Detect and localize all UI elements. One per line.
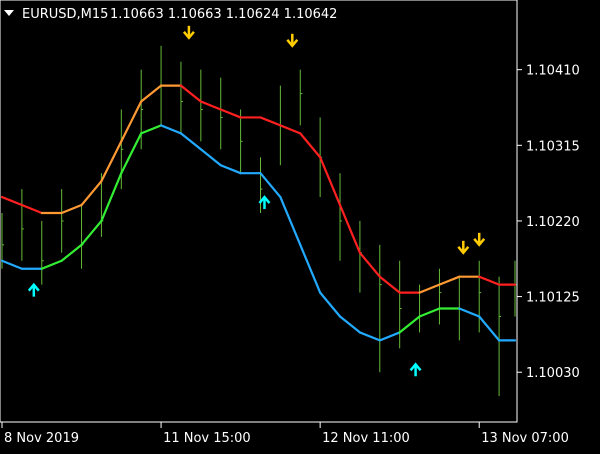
ohlc-readout: 1.10663 1.10663 1.10624 1.10642: [110, 7, 337, 22]
chart-canvas: 1.10410 1.10315 1.10220 1.10125 1.10030 8 No…: [0, 0, 600, 450]
y-tick-label: 1.10030: [526, 366, 580, 381]
y-tick-label: 1.10315: [526, 139, 580, 154]
chart: 1.10410 1.10315 1.10220 1.10125 1.10030 8 No…: [0, 0, 600, 450]
x-tick-label: 8 Nov 2019: [4, 431, 79, 446]
x-tick-label: 12 Nov 11:00: [322, 431, 410, 446]
symbol-timeframe-label: EURUSD,M15: [22, 7, 108, 22]
y-tick-label: 1.10410: [526, 64, 580, 79]
y-tick-label: 1.10220: [526, 215, 580, 230]
x-tick-label: 13 Nov 07:00: [481, 431, 569, 446]
x-tick-label: 11 Nov 15:00: [163, 431, 251, 446]
y-tick-label: 1.10125: [526, 291, 580, 306]
